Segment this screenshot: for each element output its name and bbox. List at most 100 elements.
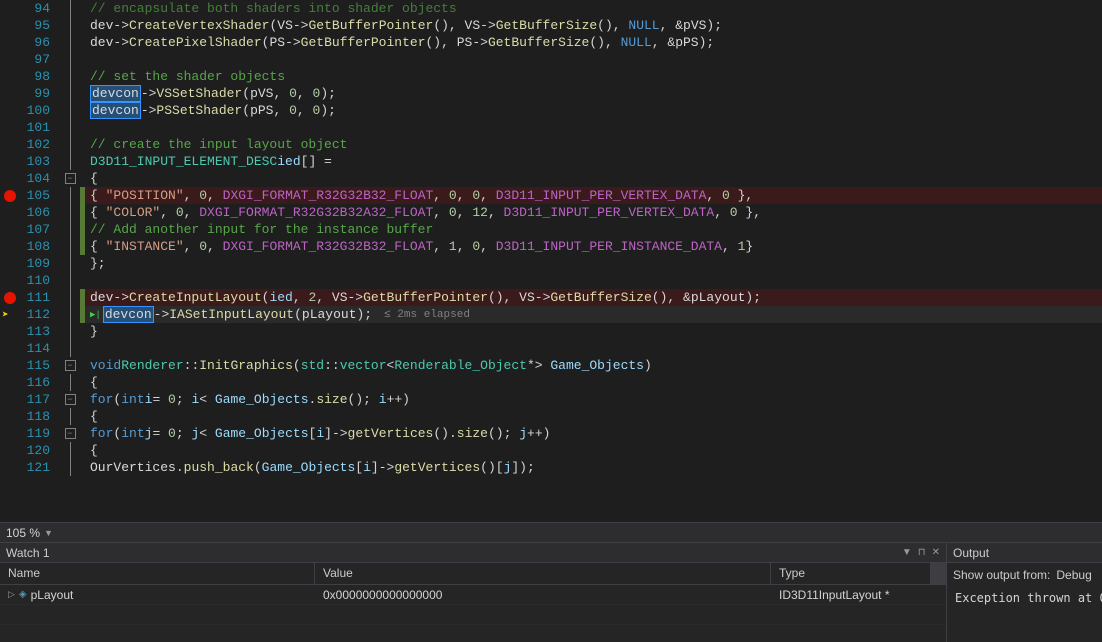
code-line[interactable]: { — [85, 442, 1102, 459]
gutter-row[interactable]: 103 — [0, 153, 85, 170]
gutter-row[interactable]: ➤112 — [0, 306, 85, 323]
output-source-combo[interactable]: Debug — [1056, 568, 1091, 582]
code-line[interactable]: }; — [85, 255, 1102, 272]
gutter-row[interactable]: 97 — [0, 51, 85, 68]
zoom-combo[interactable]: 105 % ▼ — [6, 526, 53, 540]
code-line[interactable]: dev->CreateVertexShader(VS->GetBufferPoi… — [85, 17, 1102, 34]
change-indicator — [80, 357, 85, 374]
code-line[interactable]: dev->CreatePixelShader(PS->GetBufferPoin… — [85, 34, 1102, 51]
code-line[interactable] — [85, 340, 1102, 357]
gutter-row[interactable]: 96 — [0, 34, 85, 51]
code-area[interactable]: // encapsulate both shaders into shader … — [85, 0, 1102, 522]
code-line[interactable]: } — [85, 323, 1102, 340]
code-line[interactable]: { "POSITION", 0, DXGI_FORMAT_R32G32B32_F… — [85, 187, 1102, 204]
gutter-row[interactable]: 110 — [0, 272, 85, 289]
change-indicator — [80, 255, 85, 272]
code-line[interactable]: ▶| devcon->IASetInputLayout(pLayout);≤ 2… — [85, 306, 1102, 323]
gutter-row[interactable]: 118 — [0, 408, 85, 425]
output-header: Output — [947, 543, 1102, 563]
watch-type-cell: ID3D11InputLayout * — [771, 586, 931, 604]
gutter-row[interactable]: 117− — [0, 391, 85, 408]
gutter-row[interactable]: 107 — [0, 221, 85, 238]
change-indicator — [80, 102, 85, 119]
expand-icon[interactable]: ▷ — [8, 589, 15, 600]
watch-name-cell[interactable]: ▷◈pLayout — [0, 586, 315, 604]
watch-value-cell[interactable]: 0x0000000000000000 — [315, 586, 771, 604]
outline-margin[interactable]: − — [60, 173, 80, 184]
gutter-row[interactable]: 100 — [0, 102, 85, 119]
fold-toggle-icon[interactable]: − — [65, 394, 76, 405]
fold-toggle-icon[interactable]: − — [65, 360, 76, 371]
column-value[interactable]: Value — [315, 563, 771, 584]
gutter-row[interactable]: 119− — [0, 425, 85, 442]
code-line[interactable]: { — [85, 408, 1102, 425]
line-number: 97 — [20, 52, 60, 67]
outline-margin[interactable]: − — [60, 394, 80, 405]
scrollbar[interactable] — [931, 563, 946, 584]
column-name[interactable]: Name — [0, 563, 315, 584]
gutter-row[interactable]: 101 — [0, 119, 85, 136]
gutter-row[interactable]: 105 — [0, 187, 85, 204]
fold-toggle-icon[interactable]: − — [65, 428, 76, 439]
gutter-row[interactable]: 120 — [0, 442, 85, 459]
line-number: 105 — [20, 188, 60, 203]
line-number: 119 — [20, 426, 60, 441]
gutter-row[interactable]: 114 — [0, 340, 85, 357]
outline-margin[interactable]: − — [60, 360, 80, 371]
gutter-row[interactable]: 121 — [0, 459, 85, 476]
close-icon[interactable]: ✕ — [932, 547, 940, 558]
code-line[interactable]: { — [85, 170, 1102, 187]
code-line[interactable]: devcon->PSSetShader(pPS, 0, 0); — [85, 102, 1102, 119]
gutter-row[interactable]: 102 — [0, 136, 85, 153]
code-line[interactable]: { — [85, 374, 1102, 391]
line-number: 95 — [20, 18, 60, 33]
code-line[interactable]: // Add another input for the instance bu… — [85, 221, 1102, 238]
code-line[interactable]: D3D11_INPUT_ELEMENT_DESC ied[] = — [85, 153, 1102, 170]
watch-row[interactable]: ▷◈pLayout0x0000000000000000 ID3D11InputL… — [0, 585, 946, 605]
code-line[interactable]: // create the input layout object — [85, 136, 1102, 153]
change-indicator — [80, 68, 85, 85]
panel-controls: ▼ ⊓ ✕ — [902, 547, 940, 558]
gutter-row[interactable]: 109 — [0, 255, 85, 272]
gutter-row[interactable]: 113 — [0, 323, 85, 340]
breakpoint-icon[interactable] — [4, 190, 16, 202]
code-line[interactable]: devcon->VSSetShader(pVS, 0, 0); — [85, 85, 1102, 102]
gutter-row[interactable]: 111 — [0, 289, 85, 306]
gutter-row[interactable]: 106 — [0, 204, 85, 221]
code-line[interactable]: for (int i = 0; i < Game_Objects.size();… — [85, 391, 1102, 408]
change-indicator — [80, 221, 85, 238]
gutter-row[interactable]: 99 — [0, 85, 85, 102]
fold-toggle-icon[interactable]: − — [65, 173, 76, 184]
outline-margin[interactable]: − — [60, 428, 80, 439]
breakpoint-icon[interactable] — [4, 292, 16, 304]
gutter-row[interactable]: 104− — [0, 170, 85, 187]
code-line[interactable]: // set the shader objects — [85, 68, 1102, 85]
watch-row-empty[interactable] — [0, 605, 946, 625]
code-editor[interactable]: 949596979899100101102103104−105106107108… — [0, 0, 1102, 522]
gutter-row[interactable]: 116 — [0, 374, 85, 391]
watch-variable-name: pLayout — [31, 588, 74, 602]
code-line[interactable] — [85, 119, 1102, 136]
gutter-row[interactable]: 98 — [0, 68, 85, 85]
gutter-row[interactable]: 95 — [0, 17, 85, 34]
code-line[interactable] — [85, 272, 1102, 289]
breakpoint-margin[interactable] — [0, 190, 20, 202]
window-position-icon[interactable]: ▼ — [902, 547, 912, 558]
change-indicator — [80, 408, 85, 425]
column-type[interactable]: Type — [771, 563, 931, 584]
pin-icon[interactable]: ⊓ — [918, 547, 926, 558]
gutter-row[interactable]: 94 — [0, 0, 85, 17]
code-line[interactable]: for (int j = 0; j < Game_Objects[i]->get… — [85, 425, 1102, 442]
gutter-row[interactable]: 108 — [0, 238, 85, 255]
change-indicator — [80, 306, 85, 323]
code-line[interactable] — [85, 51, 1102, 68]
code-line[interactable]: dev->CreateInputLayout(ied, 2, VS->GetBu… — [85, 289, 1102, 306]
gutter-row[interactable]: 115− — [0, 357, 85, 374]
line-number: 108 — [20, 239, 60, 254]
code-line[interactable]: void Renderer::InitGraphics(std::vector<… — [85, 357, 1102, 374]
code-line[interactable]: // encapsulate both shaders into shader … — [85, 0, 1102, 17]
breakpoint-margin[interactable] — [0, 292, 20, 304]
code-line[interactable]: { "INSTANCE", 0, DXGI_FORMAT_R32G32B32_F… — [85, 238, 1102, 255]
code-line[interactable]: OurVertices.push_back(Game_Objects[i]->g… — [85, 459, 1102, 476]
code-line[interactable]: { "COLOR", 0, DXGI_FORMAT_R32G32B32A32_F… — [85, 204, 1102, 221]
